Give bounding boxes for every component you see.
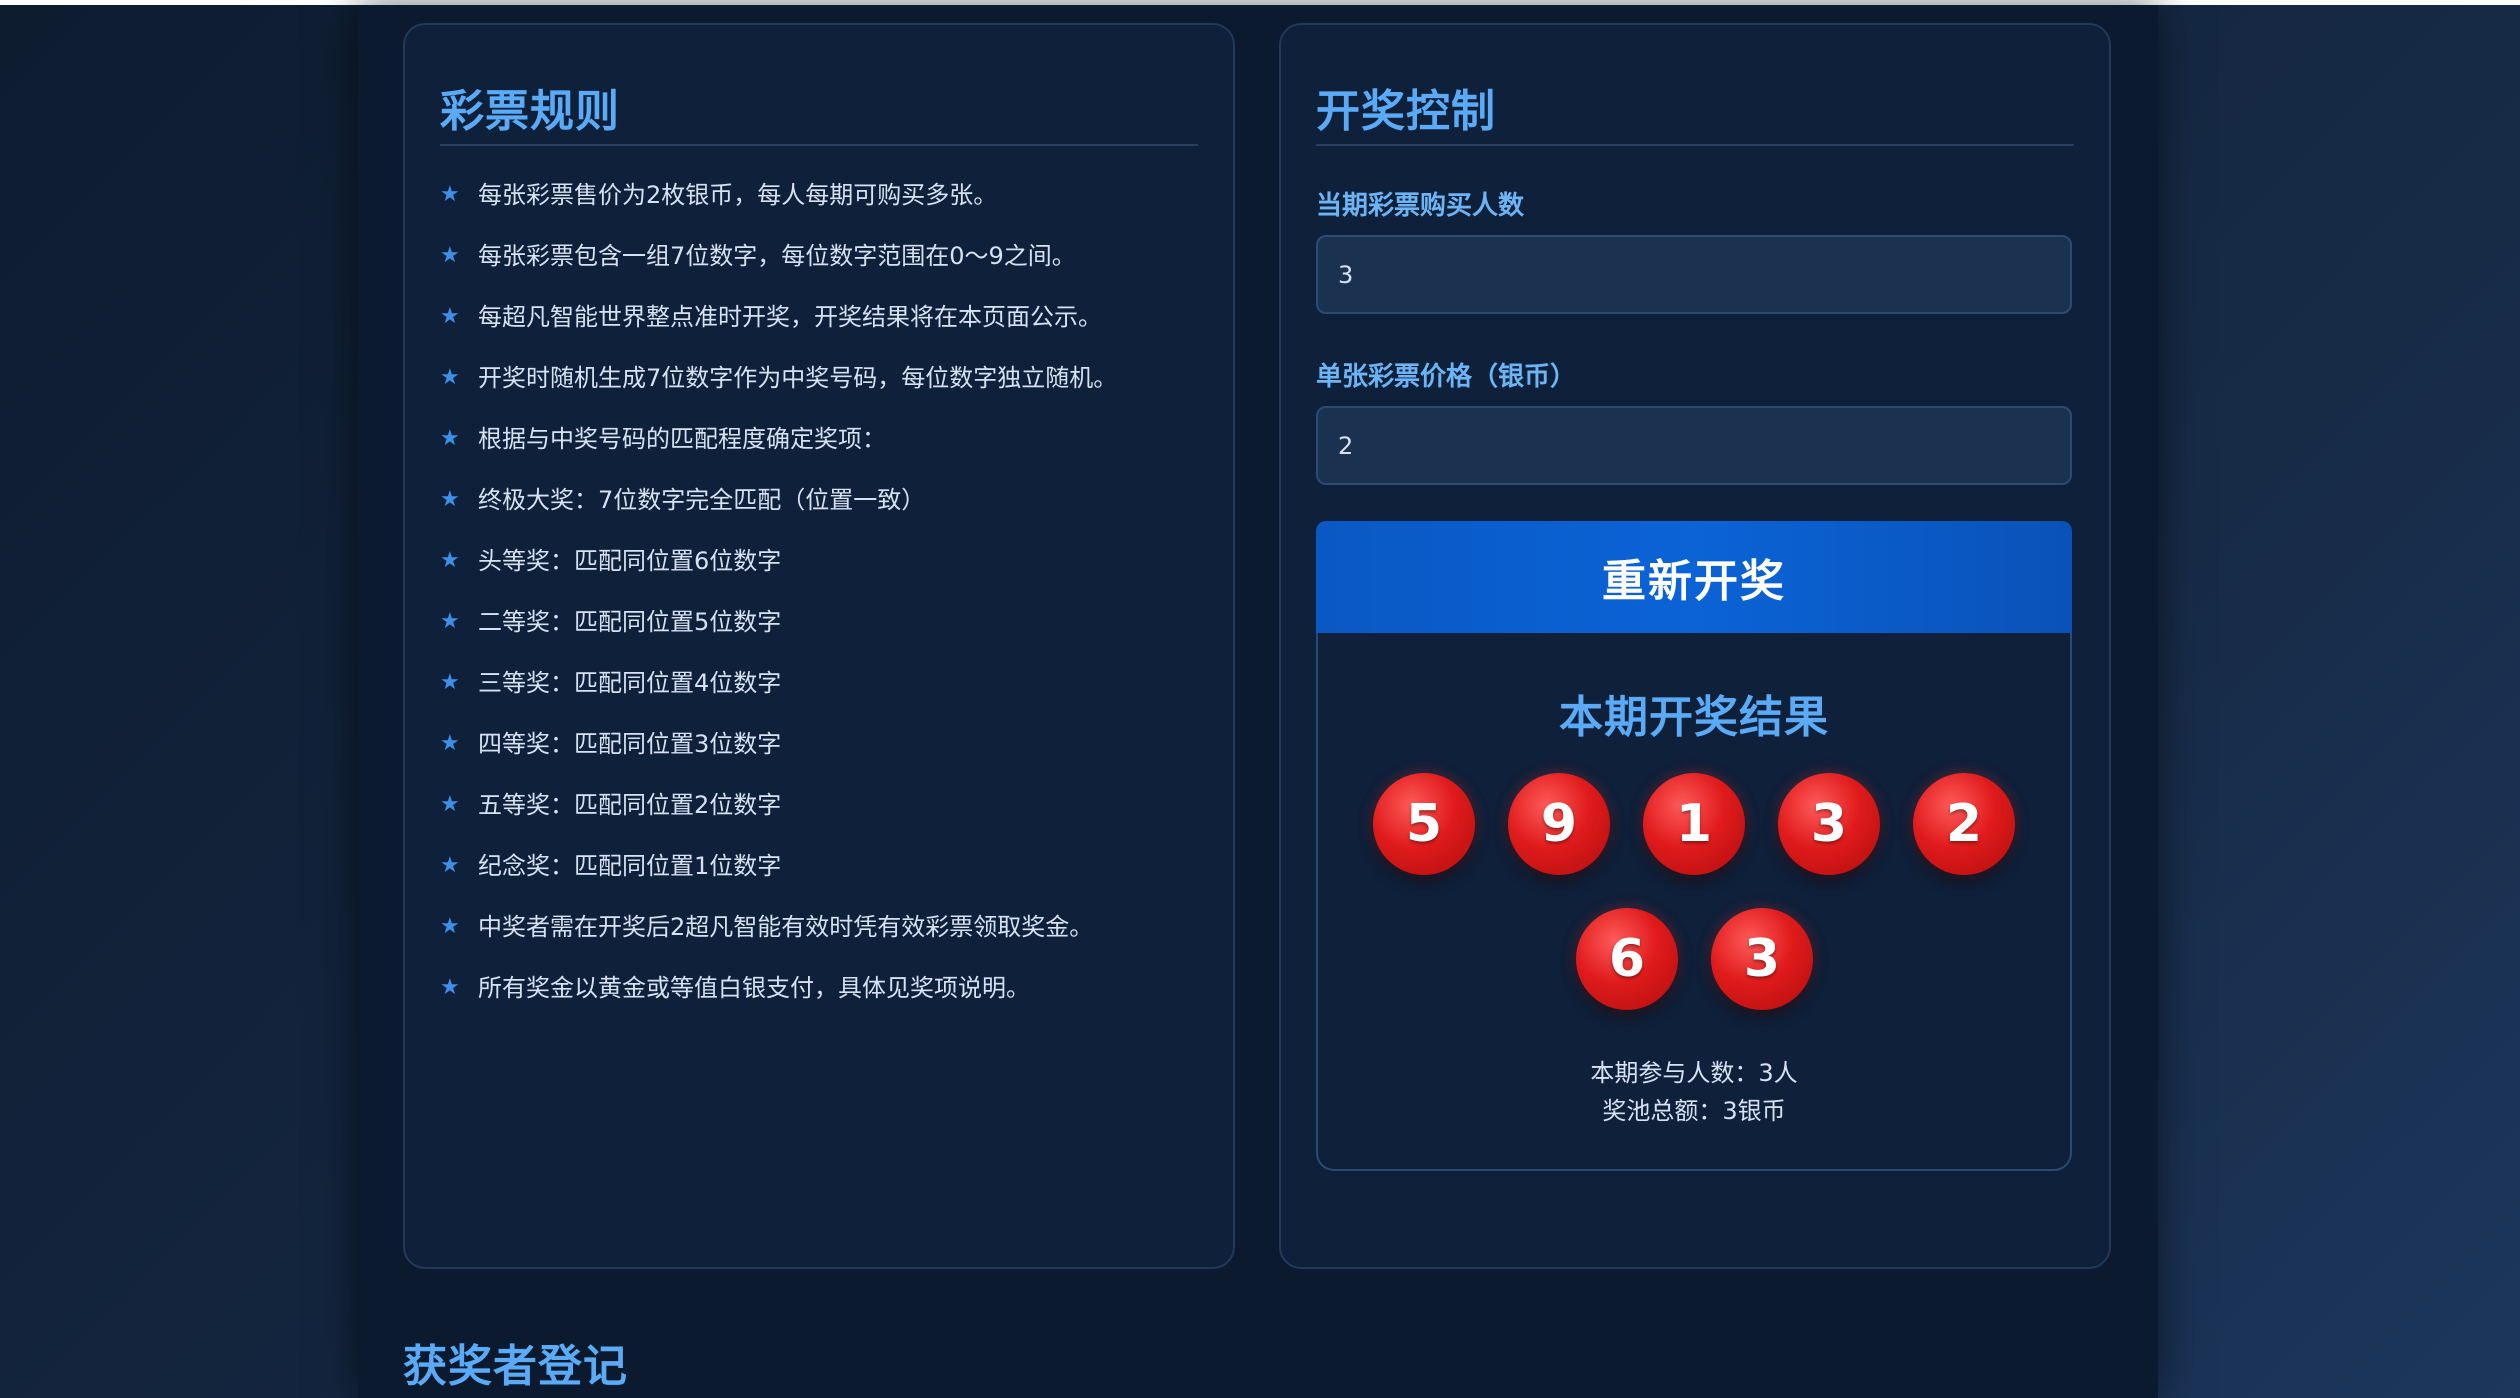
star-icon: ★ [440,609,460,634]
rule-text: 中奖者需在开奖后2超凡智能有效时凭有效彩票领取奖金。 [478,913,1094,941]
redraw-button[interactable]: 重新开奖 [1316,521,2072,633]
rule-text: 五等奖：匹配同位置2位数字 [478,791,782,819]
rule-item: ★ 终极大奖：7位数字完全匹配（位置一致） [440,482,1213,543]
draw-control-panel: 开奖控制 当期彩票购买人数 单张彩票价格（银币） 重新开奖 本期开奖结果 5 9… [1279,23,2111,1269]
star-icon: ★ [440,304,460,329]
number-ball: 5 [1373,773,1475,875]
rule-item: ★ 根据与中奖号码的匹配程度确定奖项： [440,421,1213,482]
star-icon: ★ [440,670,460,695]
control-title: 开奖控制 [1316,86,1496,137]
rule-text: 三等奖：匹配同位置4位数字 [478,669,782,697]
rule-item: ★ 纪念奖：匹配同位置1位数字 [440,848,1213,909]
number-ball: 9 [1508,773,1610,875]
rule-item: ★ 三等奖：匹配同位置4位数字 [440,665,1213,726]
buyers-input[interactable] [1316,235,2072,314]
star-icon: ★ [440,914,460,939]
star-icon: ★ [440,426,460,451]
result-title: 本期开奖结果 [1559,692,1829,743]
rules-divider [440,144,1198,146]
rule-item: ★ 五等奖：匹配同位置2位数字 [440,787,1213,848]
main-content: 彩票规则 ★ 每张彩票售价为2枚银币，每人每期可购买多张。 ★ 每张彩票包含一组7位… [358,5,2158,1398]
star-icon: ★ [440,182,460,207]
star-icon: ★ [440,731,460,756]
rule-item: ★ 每张彩票包含一组7位数字，每位数字范围在0～9之间。 [440,238,1213,299]
number-ball: 6 [1576,908,1678,1010]
star-icon: ★ [440,243,460,268]
rule-item: ★ 头等奖：匹配同位置6位数字 [440,543,1213,604]
rule-item: ★ 每张彩票售价为2枚银币，每人每期可购买多张。 [440,177,1213,238]
rules-title: 彩票规则 [440,86,620,137]
buyers-label: 当期彩票购买人数 [1316,191,1525,221]
rule-item: ★ 每超凡智能世界整点准时开奖，开奖结果将在本页面公示。 [440,299,1213,360]
rule-text: 二等奖：匹配同位置5位数字 [478,608,782,636]
rule-text: 终极大奖：7位数字完全匹配（位置一致） [478,486,926,514]
draw-result-box: 本期开奖结果 5 9 1 3 2 6 3 本期参与人数：3人 奖池总额：3银币 [1316,633,2072,1171]
rule-text: 每超凡智能世界整点准时开奖，开奖结果将在本页面公示。 [478,303,1102,331]
rule-item: ★ 开奖时随机生成7位数字作为中奖号码，每位数字独立随机。 [440,360,1213,421]
rule-item: ★ 四等奖：匹配同位置3位数字 [440,726,1213,787]
prize-pool-total: 奖池总额：3银币 [1602,1097,1786,1125]
rule-text: 四等奖：匹配同位置3位数字 [478,730,782,758]
rule-text: 根据与中奖号码的匹配程度确定奖项： [478,425,886,453]
rule-text: 所有奖金以黄金或等值白银支付，具体见奖项说明。 [478,974,1030,1002]
number-ball: 3 [1778,773,1880,875]
rule-text: 每张彩票售价为2枚银币，每人每期可购买多张。 [478,181,998,209]
rule-text: 每张彩票包含一组7位数字，每位数字范围在0～9之间。 [478,242,1076,270]
price-input[interactable] [1316,406,2072,485]
rules-panel: 彩票规则 ★ 每张彩票售价为2枚银币，每人每期可购买多张。 ★ 每张彩票包含一组7位… [403,23,1235,1269]
star-icon: ★ [440,853,460,878]
rule-item: ★ 中奖者需在开奖后2超凡智能有效时凭有效彩票领取奖金。 [440,909,1213,970]
star-icon: ★ [440,792,460,817]
rules-list: ★ 每张彩票售价为2枚银币，每人每期可购买多张。 ★ 每张彩票包含一组7位数字，每位… [440,177,1213,1031]
number-ball: 2 [1913,773,2015,875]
number-ball: 3 [1711,908,1813,1010]
price-label: 单张彩票价格（银币） [1316,362,1577,392]
rule-text: 头等奖：匹配同位置6位数字 [478,547,782,575]
winners-section-title: 获奖者登记 [403,1341,628,1392]
star-icon: ★ [440,487,460,512]
star-icon: ★ [440,365,460,390]
rule-text: 纪念奖：匹配同位置1位数字 [478,852,782,880]
participants-count: 本期参与人数：3人 [1590,1059,1798,1087]
control-divider [1316,144,2074,146]
rule-item: ★ 二等奖：匹配同位置5位数字 [440,604,1213,665]
rule-text: 开奖时随机生成7位数字作为中奖号码，每位数字独立随机。 [478,364,1118,392]
number-ball: 1 [1643,773,1745,875]
rule-item: ★ 所有奖金以黄金或等值白银支付，具体见奖项说明。 [440,970,1213,1031]
star-icon: ★ [440,975,460,1000]
star-icon: ★ [440,548,460,573]
